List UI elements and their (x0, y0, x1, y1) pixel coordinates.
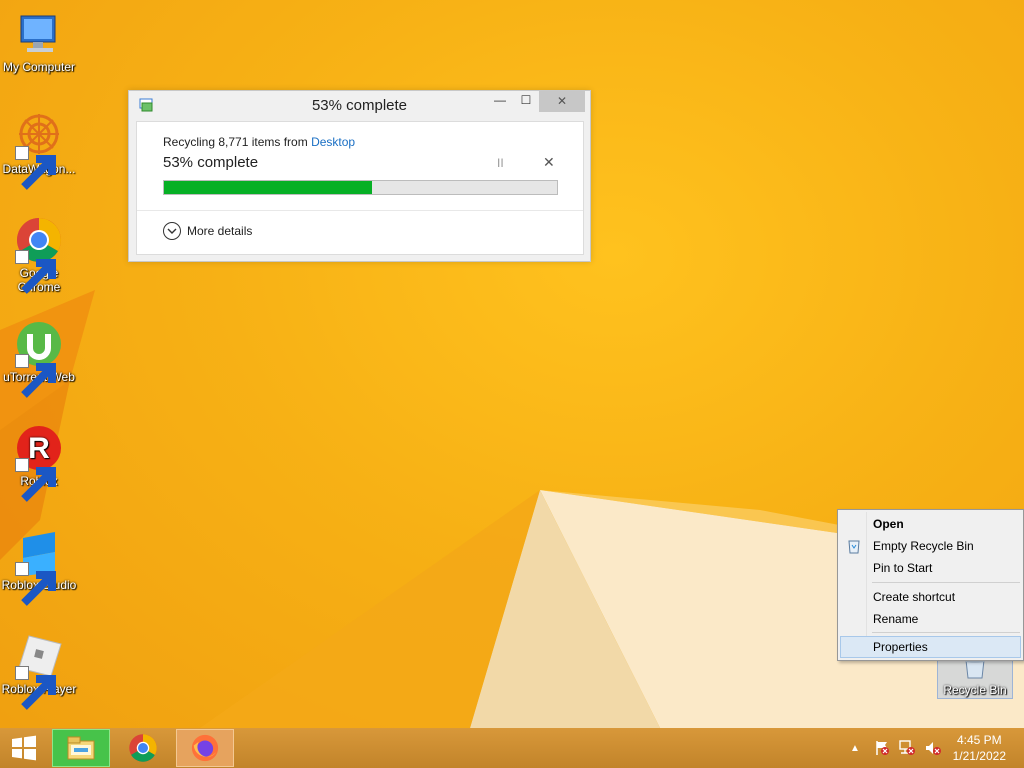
taskbar-clock[interactable]: 4:45 PM 1/21/2022 (953, 732, 1006, 764)
network-icon[interactable] (898, 740, 916, 756)
start-button[interactable] (0, 729, 48, 767)
close-button[interactable]: ✕ (539, 91, 585, 112)
dialog-titlebar[interactable]: 53% complete — ☐ ✕ (129, 91, 590, 121)
computer-icon (15, 10, 63, 58)
maximize-button[interactable]: ☐ (513, 93, 539, 113)
menu-item-label: Empty Recycle Bin (873, 539, 974, 553)
progress-bar-fill (164, 181, 373, 194)
context-menu: Open Empty Recycle Bin Pin to Start Crea… (837, 509, 1024, 661)
desktop-icon-my-computer[interactable]: My Computer (0, 10, 78, 74)
clock-date: 1/21/2022 (952, 749, 1006, 763)
roblox-studio-icon (15, 528, 63, 606)
taskbar: ▲ 4:45 PM 1/21/2022 (0, 728, 1024, 768)
show-hidden-icons-button[interactable]: ▲ (850, 743, 860, 754)
chrome-icon (129, 734, 157, 762)
action-center-flag-icon[interactable] (874, 740, 890, 756)
source-folder-link[interactable]: Desktop (311, 135, 355, 149)
system-tray: ▲ (850, 728, 942, 768)
menu-item-open[interactable]: Open (840, 513, 1021, 535)
roblox-player-icon (15, 632, 63, 710)
menu-separator (872, 632, 1020, 633)
taskbar-google-chrome[interactable] (114, 729, 172, 767)
desktop-icon-roblox-studio[interactable]: Roblox Studio (0, 528, 78, 606)
desktop-icon-roblox[interactable]: R Roblox (0, 424, 78, 502)
menu-item-pin-to-start[interactable]: Pin to Start (840, 557, 1021, 579)
dialog-body: Recycling 8,771 items from Desktop 53% c… (136, 121, 584, 255)
desktop-icon-utorrent-web[interactable]: uTorrent Web (0, 320, 78, 398)
shortcut-arrow-icon (15, 250, 56, 294)
recycling-text: Recycling 8,771 items from (163, 135, 312, 149)
shortcut-arrow-icon (15, 354, 56, 398)
taskbar-firefox[interactable] (176, 729, 234, 767)
taskbar-file-explorer[interactable] (52, 729, 110, 767)
clock-time: 4:45 PM (956, 733, 1002, 747)
desktop-icon-recycle-bin[interactable]: Recycle Bin (937, 655, 1013, 699)
windows-logo-icon (12, 735, 36, 761)
chrome-icon (15, 216, 63, 294)
pause-button[interactable]: II (497, 156, 504, 170)
recycle-bin-label: Recycle Bin (943, 683, 1007, 697)
menu-item-properties[interactable]: Properties (840, 636, 1021, 658)
datawagon-icon (15, 112, 63, 190)
minimize-button[interactable]: — (487, 93, 513, 113)
more-details-toggle[interactable]: More details (163, 222, 252, 240)
more-details-label: More details (187, 224, 253, 238)
menu-item-empty-recycle-bin[interactable]: Empty Recycle Bin (840, 535, 1021, 557)
divider (137, 210, 583, 211)
recycle-bin-icon (848, 540, 860, 554)
utorrent-icon (15, 320, 63, 398)
firefox-icon (191, 734, 219, 762)
desktop-icon-datawagon[interactable]: DataWagon... (0, 112, 78, 190)
shortcut-arrow-icon (15, 666, 56, 710)
menu-item-create-shortcut[interactable]: Create shortcut (840, 586, 1021, 608)
recycle-progress-dialog: 53% complete — ☐ ✕ Recycling 8,771 items… (128, 90, 591, 262)
file-explorer-icon (67, 736, 95, 760)
menu-separator (872, 582, 1020, 583)
desktop-icon-google-chrome[interactable]: Google Chrome (0, 216, 78, 294)
recycle-bin-icon (965, 659, 985, 679)
cancel-button[interactable]: ✕ (543, 154, 555, 171)
progress-bar (163, 180, 558, 195)
shortcut-arrow-icon (15, 458, 56, 502)
shortcut-arrow-icon (15, 562, 56, 606)
shortcut-arrow-icon (15, 146, 56, 190)
desktop-icon-label: My Computer (2, 60, 76, 74)
chevron-down-icon (163, 222, 181, 240)
menu-item-rename[interactable]: Rename (840, 608, 1021, 630)
percent-complete-text: 53% complete (163, 154, 259, 171)
volume-muted-icon[interactable] (924, 740, 942, 756)
roblox-icon: R (15, 424, 63, 502)
recycling-status-line: Recycling 8,771 items from Desktop (163, 135, 355, 149)
desktop-icon-roblox-player[interactable]: Roblox Player (0, 632, 78, 710)
